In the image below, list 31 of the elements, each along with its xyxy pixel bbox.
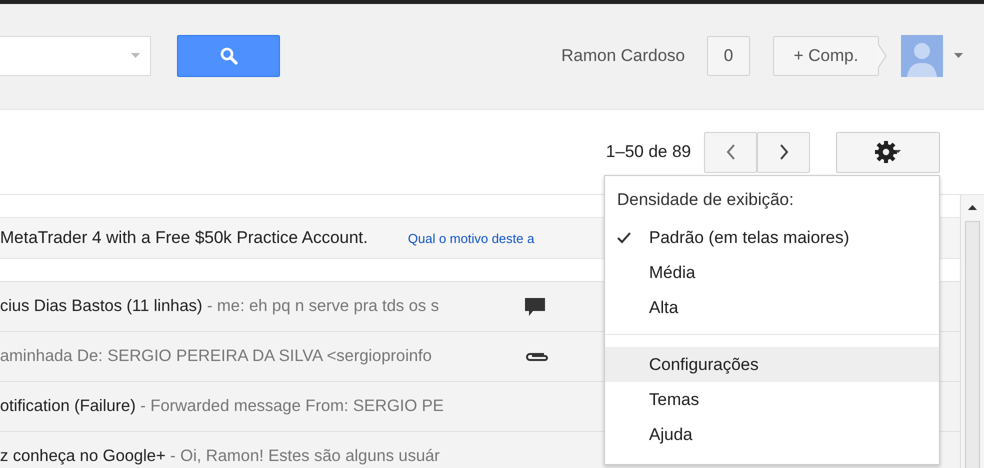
scrollbar[interactable] (960, 195, 984, 468)
page-range: 1–50 de 89 (606, 142, 691, 162)
ad-text: MetaTrader 4 with a Free $50k Practice Account. (0, 228, 368, 248)
share-tip-icon (878, 44, 887, 68)
previous-page-button[interactable] (704, 132, 757, 172)
notification-count[interactable]: 0 (707, 36, 750, 76)
menu-item[interactable]: Temas (605, 382, 939, 417)
gear-icon (875, 140, 901, 164)
avatar-icon[interactable] (901, 34, 943, 76)
share-button[interactable]: + Comp. (773, 36, 879, 76)
density-option[interactable]: Alta (605, 290, 939, 325)
search-field[interactable] (0, 36, 151, 76)
chevron-left-icon (726, 143, 736, 161)
menu-item[interactable]: Configurações (605, 347, 939, 382)
next-page-button[interactable] (757, 132, 810, 172)
dropdown-caret-icon (131, 53, 140, 58)
search-button[interactable] (177, 34, 280, 76)
user-name[interactable]: Ramon Cardoso (561, 46, 685, 66)
scroll-up-icon[interactable] (968, 205, 977, 210)
email-summary: aminhada De: SERGIO PEREIRA DA SILVA <sergioproinfo (0, 347, 433, 366)
search-icon (220, 46, 238, 64)
chevron-right-icon (778, 143, 788, 161)
density-option[interactable]: Padrão (em telas maiores) (605, 220, 939, 255)
email-summary: cius Dias Bastos (11 linhas) - me: eh pq n serve pra tds os s (0, 297, 440, 316)
caret-icon[interactable] (954, 53, 963, 58)
chat-icon (524, 296, 546, 316)
email-summary: otification (Failure) - Forwarded message From: SERGIO PE (0, 397, 445, 416)
menu-heading: Densidade de exibição: (616, 190, 795, 211)
email-summary: z conheça no Google+ - Oi, Ramon! Estes são alguns usuár (0, 447, 441, 466)
settings-button[interactable] (836, 132, 940, 172)
ad-info-link[interactable]: Qual o motivo deste a (408, 230, 534, 246)
